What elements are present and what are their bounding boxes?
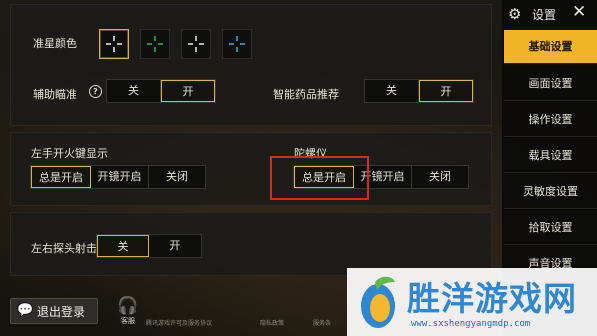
gyroscope-off[interactable]: 关闭 [412, 166, 468, 188]
smart-medicine-label: 智能药品推荐 [273, 88, 339, 101]
help-icon[interactable]: ? [89, 85, 102, 98]
sidebar-item-vehicle[interactable]: 载具设置 [504, 139, 597, 173]
left-fire-label: 左手开火键显示 [31, 147, 108, 160]
privacy-link[interactable]: 隐私政策 [260, 318, 284, 327]
service-link[interactable]: 服务条 [313, 318, 331, 327]
aim-assist-toggle: 关 开 [106, 79, 216, 103]
watermark-title: 胜洋游戏网 [407, 279, 577, 318]
general-settings-panel: 准星颜色 辅助瞄准 ? 关 开 智能药品推荐 关 开 [10, 4, 492, 126]
crosshair-option-1[interactable] [99, 29, 129, 59]
gear-icon: ⚙ [508, 5, 522, 23]
sidebar-item-basic[interactable]: 基础设置 [504, 30, 597, 64]
sidebar-item-graphics[interactable]: 画面设置 [504, 67, 597, 101]
peek-fire-panel: 左右探头射击 关 开 [10, 212, 492, 276]
logout-button[interactable]: 💬 退出登录 [10, 298, 98, 324]
close-icon[interactable]: ✕ [572, 2, 586, 22]
watermark-url: www.sxshengyangmdp.com [411, 319, 531, 329]
crosshair-icon [188, 36, 204, 52]
license-link[interactable]: 腾讯游戏许可及服务协议 [146, 318, 212, 327]
headset-icon: 🎧 [117, 296, 139, 316]
left-fire-always[interactable]: 总是开启 [31, 166, 91, 188]
sidebar-header: ⚙ 设置 ✕ [502, 0, 597, 28]
crosshair-icon [229, 36, 245, 52]
peek-fire-toggle: 关 开 [96, 234, 202, 258]
chat-icon: 💬 [17, 303, 34, 318]
left-fire-off[interactable]: 关闭 [149, 166, 205, 188]
sidebar-item-pickup[interactable]: 拾取设置 [504, 211, 597, 245]
left-fire-selector: 总是开启 开镜开启 关闭 [30, 165, 206, 189]
smart-medicine-off[interactable]: 关 [365, 80, 419, 102]
customer-service-label: 客服 [121, 317, 135, 325]
smart-medicine-toggle: 关 开 [364, 79, 474, 103]
smart-medicine-on[interactable]: 开 [419, 80, 473, 102]
sidebar-item-sensitivity[interactable]: 灵敏度设置 [504, 175, 597, 209]
watermark-logo-icon [361, 276, 395, 328]
fire-button-panel: 左手开火键显示 总是开启 开镜开启 关闭 陀螺仪 总是开启 开镜开启 关闭 [10, 132, 492, 206]
logout-label: 退出登录 [37, 305, 86, 319]
peek-fire-off[interactable]: 关 [97, 235, 149, 257]
crosshair-icon [147, 36, 163, 52]
crosshair-option-3[interactable] [181, 29, 211, 59]
crosshair-option-4[interactable] [222, 29, 252, 59]
crosshair-icon [106, 36, 122, 52]
left-fire-scope[interactable]: 开镜开启 [91, 166, 149, 188]
peek-fire-label: 左右探头射击 [31, 242, 97, 255]
peek-fire-on[interactable]: 开 [149, 235, 201, 257]
site-watermark: 胜洋游戏网 www.sxshengyangmdp.com [347, 268, 597, 336]
gyroscope-highlight-box [270, 156, 369, 200]
aim-assist-off[interactable]: 关 [107, 80, 161, 102]
customer-service-button[interactable]: 🎧 客服 [117, 296, 139, 326]
sidebar-title: 设置 [532, 8, 557, 22]
sidebar-item-controls[interactable]: 操作设置 [504, 103, 597, 137]
crosshair-color-label: 准星颜色 [33, 37, 77, 50]
crosshair-option-2[interactable] [140, 29, 170, 59]
aim-assist-label: 辅助瞄准 [33, 88, 77, 101]
aim-assist-on[interactable]: 开 [161, 80, 215, 102]
